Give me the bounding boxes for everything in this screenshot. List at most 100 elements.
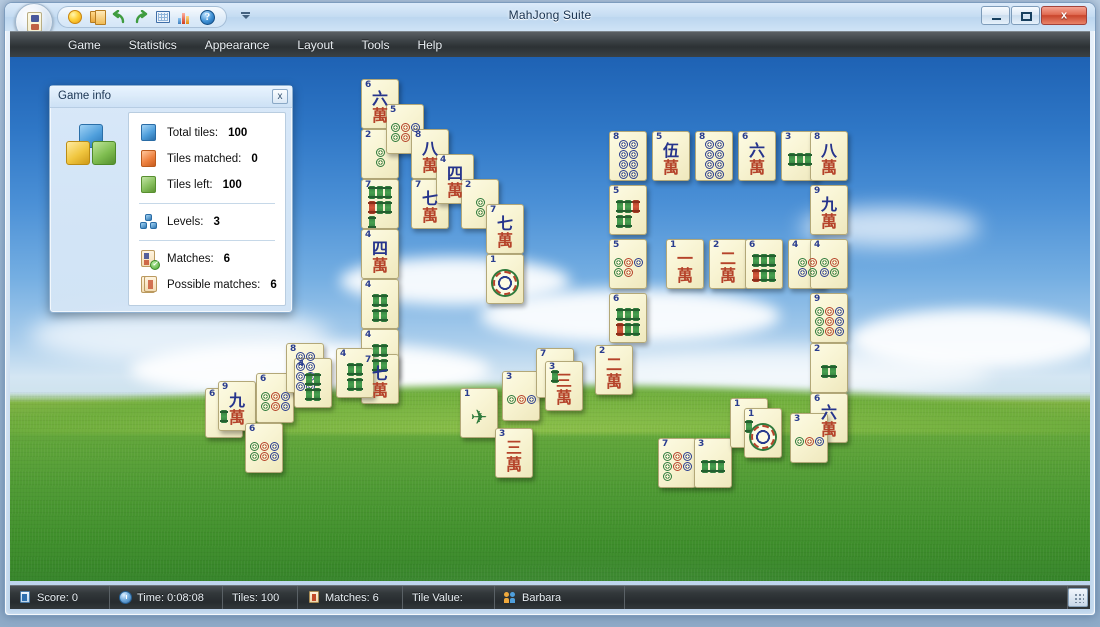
mahjong-tile[interactable]: 2二萬 [709,239,747,289]
levels-icon [139,212,159,232]
tile-number: 6 [814,394,821,404]
mahjong-tile[interactable]: 5 [609,239,647,289]
tile-number: 7 [490,205,497,215]
menu-item-layout[interactable]: Layout [283,34,347,56]
minimize-button[interactable] [981,6,1010,25]
tile-number: 4 [298,359,305,369]
title-bar: ? MahJong Suite x [5,3,1095,41]
mahjong-tile[interactable]: 3三萬 [495,428,533,478]
mahjong-tile[interactable]: 5伍萬 [652,131,690,181]
window-controls: x [981,6,1087,25]
resize-grip[interactable] [1068,588,1088,607]
mahjong-tile[interactable]: 4 [361,279,399,329]
tile-number: 8 [290,344,297,354]
tile-face [811,249,847,286]
tile-number: 4 [792,240,799,250]
status-text: Barbara [522,591,562,604]
tile-face: 三萬 [555,371,572,407]
maximize-button[interactable] [1011,6,1040,25]
tile-number: 1 [464,389,471,399]
mahjong-tile[interactable]: 6六萬 [738,131,776,181]
game-info-close-button[interactable]: x [272,89,288,104]
mahjong-tile[interactable]: 7 [361,179,399,229]
stat-row-total-tiles: Total tiles: 100 [139,121,277,145]
mahjong-tile[interactable]: 7 [658,438,696,488]
menu-item-statistics[interactable]: Statistics [115,34,191,56]
tile-number: 2 [599,346,606,356]
tile-face: 伍萬 [662,141,679,177]
mahjong-tile[interactable]: 1 [486,254,524,304]
tile-number: 4 [365,330,372,340]
tile-number: 2 [814,344,821,354]
tile-face [695,448,731,485]
mahjong-tile[interactable]: 4 [810,239,848,289]
cube-green-icon [139,175,159,195]
tile-number: 1 [734,399,741,409]
mahjong-tile[interactable]: 5 [609,185,647,235]
tile-number: 4 [814,240,821,250]
cubes-icon [66,124,118,166]
mahjong-tile[interactable]: 1 ✈ [460,388,498,438]
tile-face [610,140,646,179]
matches-icon: ✓ [139,249,160,270]
tile-number: 6 [260,374,267,384]
tile-face [503,381,539,418]
mahjong-tile[interactable]: 6 [609,293,647,343]
menu-item-tools[interactable]: Tools [347,34,403,56]
menu-item-game[interactable]: Game [54,34,115,56]
status-cell-matches[interactable]: Matches: 6 [298,586,403,609]
mahjong-tile[interactable]: 2二萬 [595,345,633,395]
tile-number: 7 [540,349,547,359]
stat-label: Matches: [167,252,214,265]
stat-row-tiles-matched: Tiles matched: 0 [139,147,277,171]
mahjong-tile[interactable]: 2 [810,343,848,393]
stat-label: Levels: [167,216,204,228]
mahjong-tile[interactable]: 4四萬 [361,229,399,279]
tile-face [362,289,398,326]
stat-row-matches: ✓ Matches: 6 [139,247,277,271]
status-text: Tile Value: [412,591,463,604]
status-cell-score[interactable]: Score: 0 [10,586,110,609]
mahjong-tile[interactable]: 7七萬 [486,204,524,254]
mahjong-tile[interactable]: 3 [502,371,540,421]
status-cell-time[interactable]: Time: 0:08:08 [110,586,223,609]
tile-number: 7 [365,355,372,365]
tile-face [295,368,331,405]
tile-number: 7 [662,439,669,449]
mahjong-tile[interactable]: 8 [695,131,733,181]
mahjong-tile[interactable]: 8 [609,131,647,181]
status-cell-tile-value[interactable]: Tile Value: [403,586,495,609]
cube-orange-icon [139,149,159,169]
mahjong-tile[interactable]: 8八萬 [810,131,848,181]
menu-item-help[interactable]: Help [403,34,456,56]
tile-number: 8 [415,130,422,140]
tile-face: ✈ [470,404,488,429]
stat-value: 3 [213,216,220,228]
tile-face: 六萬 [748,141,765,177]
status-text: Matches: 6 [325,591,379,604]
mahjong-tile[interactable]: 9 [810,293,848,343]
tile-number: 3 [785,132,792,142]
tile-face [362,186,398,228]
mahjong-tile[interactable]: 9九萬 [810,185,848,235]
tile-number: 8 [613,132,620,142]
mahjong-tile[interactable]: 6 [745,239,783,289]
mahjong-tile[interactable]: 3 [694,438,732,488]
mahjong-tile[interactable]: 6 [245,423,283,473]
mahjong-tile[interactable]: 1一萬 [666,239,704,289]
tile-number: 4 [440,155,447,165]
matches-icon [307,591,320,604]
tile-face [487,264,523,301]
stat-value: 100 [228,127,248,139]
tile-face [659,448,695,485]
divider [139,240,275,241]
menu-item-appearance[interactable]: Appearance [191,34,284,56]
tile-number: 4 [365,280,372,290]
tile-number: 2 [465,180,472,190]
close-button[interactable]: x [1041,6,1087,25]
status-cell-tiles[interactable]: Tiles: 100 [223,586,298,609]
tile-face [811,303,847,340]
divider [139,203,275,204]
window-title: MahJong Suite [508,8,592,22]
status-cell-user[interactable]: Barbara [495,586,625,609]
